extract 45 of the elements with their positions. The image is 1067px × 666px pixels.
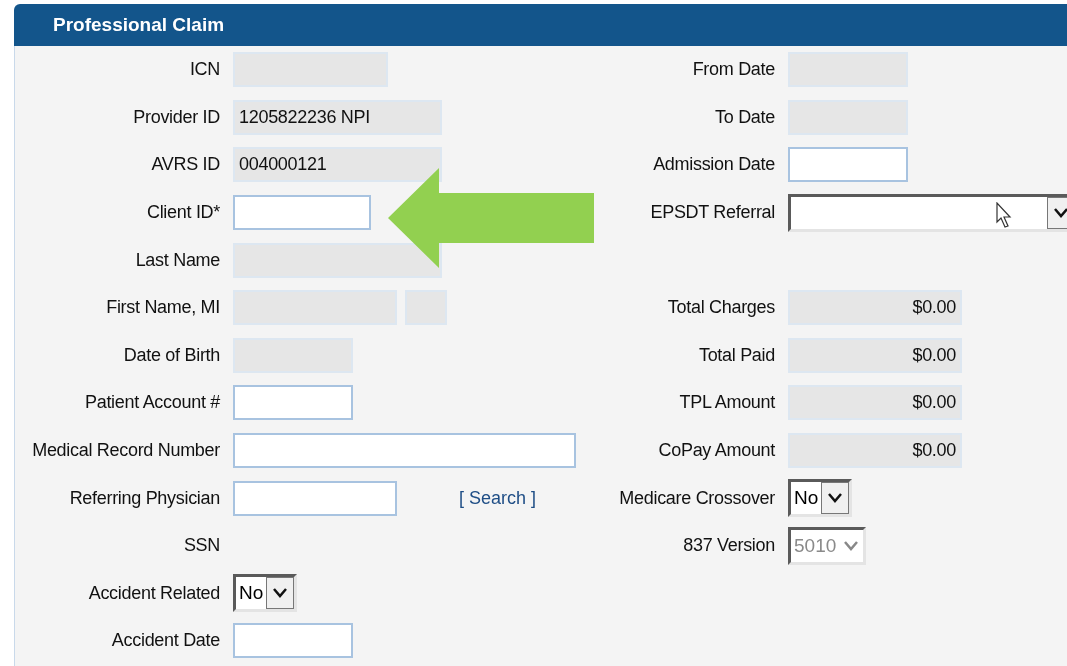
dropdown[interactable]: No xyxy=(233,574,297,613)
amount-field[interactable]: $0.00 xyxy=(788,290,962,326)
amount-field[interactable]: $0.00 xyxy=(788,385,962,421)
input-field[interactable] xyxy=(233,480,397,516)
input-field[interactable]: 004000121 xyxy=(233,147,442,183)
caret-icon xyxy=(844,540,859,551)
field-label: AVRS ID xyxy=(150,154,220,176)
field-label: CoPay Amount xyxy=(657,440,775,462)
dropdown[interactable]: No xyxy=(788,479,852,518)
amount-field[interactable]: $0.00 xyxy=(788,433,962,469)
search-link[interactable]: [ Search ] xyxy=(459,487,537,509)
field-label: EPSDT Referral xyxy=(649,202,775,224)
field-label: Client ID* xyxy=(145,202,220,224)
caret-icon xyxy=(273,588,288,599)
dropdown[interactable] xyxy=(788,193,1067,232)
input-field[interactable] xyxy=(233,385,353,421)
field-label: First Name, MI xyxy=(105,297,220,319)
amount-field[interactable]: $0.00 xyxy=(788,337,962,373)
field-label: Date of Birth xyxy=(122,344,220,366)
field-label: Accident Date xyxy=(110,630,220,652)
field-label: Total Charges xyxy=(666,297,775,319)
field-label: Referring Physician xyxy=(68,487,220,509)
field-label: Total Paid xyxy=(697,344,775,366)
panel-title: Professional Claim xyxy=(53,14,225,36)
cursor-icon xyxy=(996,201,1012,228)
field-label: TPL Amount xyxy=(678,392,775,414)
caret-icon xyxy=(828,493,843,504)
field-label: Accident Related xyxy=(87,582,220,604)
field-label: Patient Account # xyxy=(84,392,220,414)
input-field[interactable] xyxy=(233,433,576,469)
input-field[interactable]: 1205822236 NPI xyxy=(233,99,442,135)
field-label: From Date xyxy=(691,59,775,81)
field-label: SSN xyxy=(182,535,220,557)
field-label: Admission Date xyxy=(652,154,775,176)
input-field[interactable] xyxy=(233,195,371,231)
input-field[interactable] xyxy=(788,147,908,183)
input-field[interactable] xyxy=(233,623,353,659)
field-label: Last Name xyxy=(134,249,220,271)
field-label: 837 Version xyxy=(682,535,775,557)
caret-icon xyxy=(1054,207,1067,218)
field-label: Medicare Crossover xyxy=(618,487,775,509)
field-label: Medical Record Number xyxy=(31,440,220,462)
field-label: To Date xyxy=(714,106,775,128)
field-label: ICN xyxy=(188,59,220,81)
field-label: Provider ID xyxy=(132,106,220,128)
